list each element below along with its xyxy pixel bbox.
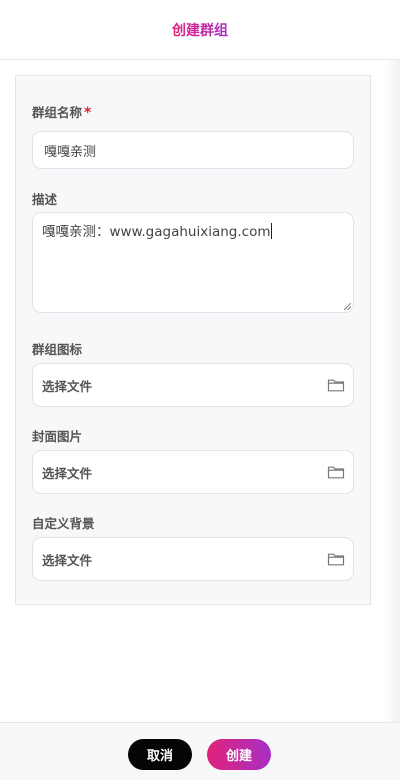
cover-image-file-picker[interactable]: 选择文件: [32, 450, 354, 494]
cover-image-label: 封面图片: [32, 429, 83, 444]
header-bar: 创建群组: [0, 0, 400, 60]
page-title: 创建群组: [172, 20, 228, 40]
required-mark: *: [84, 105, 92, 121]
form-panel: 群组名称 * 嘎嘎亲测 描述 嘎嘎亲测：www.gagahuixiang.com …: [15, 75, 371, 605]
folder-icon: [327, 553, 345, 566]
cover-image-choose-file: 选择文件: [42, 465, 93, 481]
folder-icon: [327, 379, 345, 392]
scrollbar-track[interactable]: [384, 0, 400, 722]
folder-icon: [327, 466, 345, 479]
text-caret: [270, 223, 272, 239]
create-button[interactable]: 创建: [207, 739, 271, 770]
description-label: 描述: [32, 192, 58, 207]
group-name-input[interactable]: 嘎嘎亲测: [32, 131, 354, 169]
cancel-button[interactable]: 取消: [128, 739, 192, 770]
custom-background-label: 自定义背景: [32, 516, 95, 531]
footer-bar: 取消 创建: [0, 722, 400, 780]
group-name-value: 嘎嘎亲测: [44, 144, 97, 160]
resize-grip-icon[interactable]: [344, 303, 351, 310]
custom-background-choose-file: 选择文件: [42, 552, 93, 568]
group-name-label-text: 群组名称: [32, 105, 83, 120]
custom-background-file-picker[interactable]: 选择文件: [32, 537, 354, 581]
create-group-screen: 创建群组 群组名称 * 嘎嘎亲测 描述 嘎嘎亲测：www.gagahuixiang…: [0, 0, 400, 780]
description-value: 嘎嘎亲测：www.gagahuixiang.com: [42, 224, 271, 240]
group-name-label: 群组名称 *: [32, 102, 91, 121]
group-icon-file-picker[interactable]: 选择文件: [32, 363, 354, 407]
description-textarea[interactable]: 嘎嘎亲测：www.gagahuixiang.com: [32, 212, 354, 313]
group-icon-label: 群组图标: [32, 342, 83, 357]
group-icon-choose-file: 选择文件: [42, 378, 93, 394]
